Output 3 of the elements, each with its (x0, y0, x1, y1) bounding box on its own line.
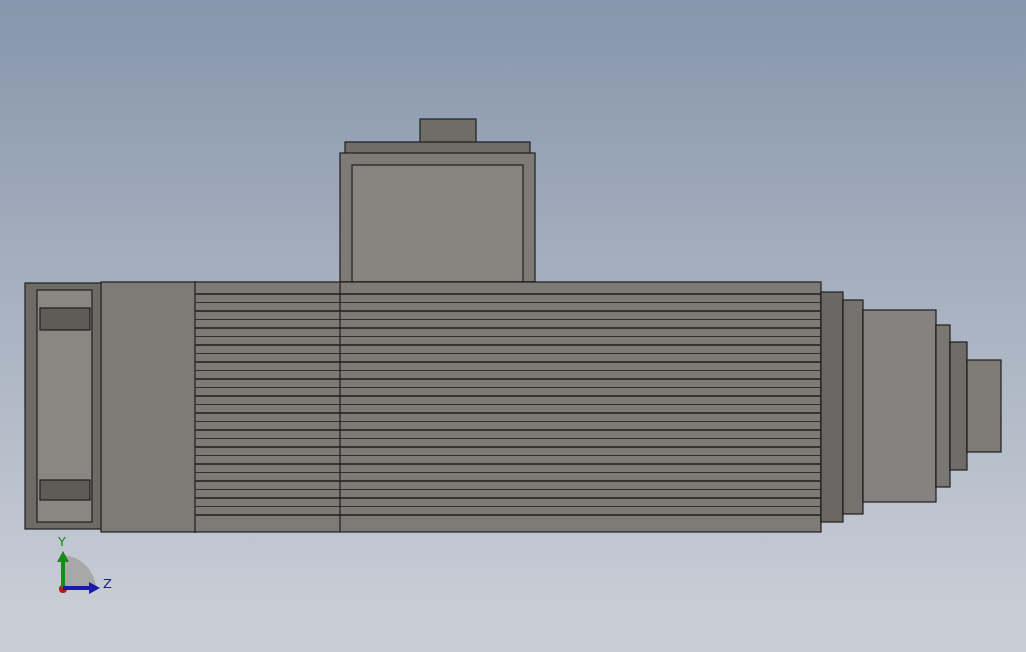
origin-dot (59, 585, 67, 593)
axis-label: Z (103, 576, 112, 591)
axis-label: Y (58, 534, 66, 549)
